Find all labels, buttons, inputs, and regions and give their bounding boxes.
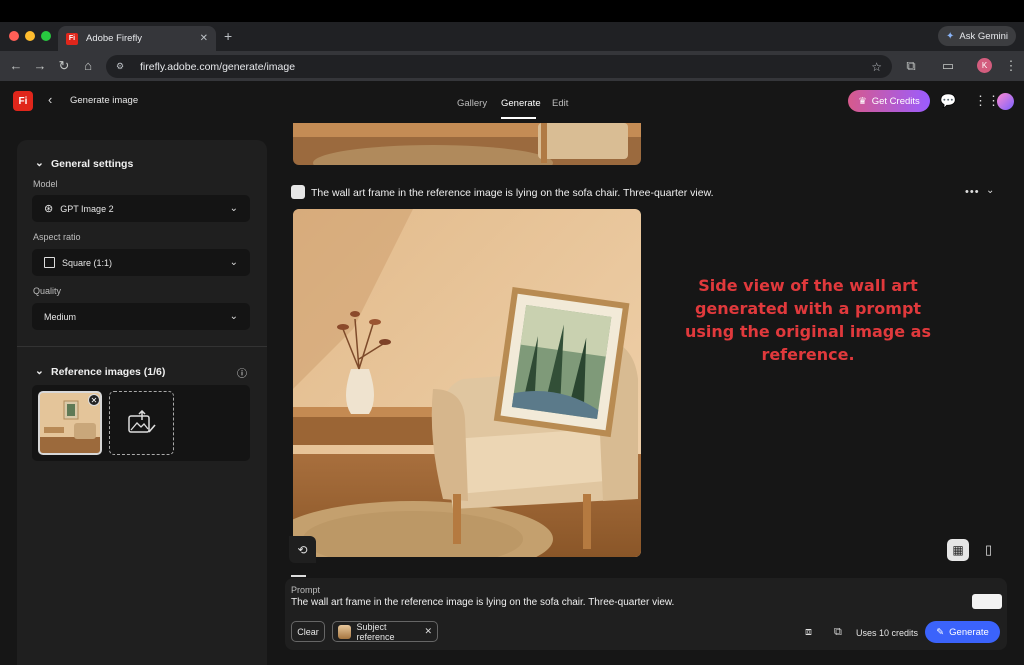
reference-images-heading[interactable]: Reference images (1/6) xyxy=(51,366,165,378)
back-chevron-icon[interactable]: ‹ xyxy=(48,92,52,107)
more-options-icon[interactable]: ••• xyxy=(965,186,980,198)
previous-image-art xyxy=(293,123,641,165)
user-avatar[interactable] xyxy=(997,93,1014,110)
collapse-chevron-icon[interactable]: ⌄ xyxy=(986,185,994,196)
get-credits-button[interactable]: ♛ Get Credits xyxy=(848,90,930,112)
reload-icon[interactable]: ↻ xyxy=(56,58,72,74)
remove-chip-icon[interactable]: ✕ xyxy=(424,626,432,637)
chevron-down-icon: ⌄ xyxy=(229,311,238,322)
generated-image[interactable] xyxy=(293,209,641,557)
firefly-logo-icon[interactable]: Fi xyxy=(13,91,33,111)
aspect-ratio-label: Aspect ratio xyxy=(33,232,81,242)
browser-toolbar: ← → ↻ ⌂ ⚙ firefly.adobe.com/generate/ima… xyxy=(0,51,1024,81)
browser-tabstrip: Fi Adobe Firefly ✕ + ✦ Ask Gemini xyxy=(0,22,1024,51)
prompt-drag-handle[interactable] xyxy=(291,575,306,577)
active-tab-underline xyxy=(501,117,536,119)
tab-search-icon[interactable]: ▭ xyxy=(940,58,956,74)
subject-reference-chip[interactable]: Subject reference ✕ xyxy=(332,621,438,642)
subject-reference-thumbnail xyxy=(338,624,352,639)
reference-chevron-icon[interactable]: ⌄ xyxy=(35,365,44,377)
bookmark-star-icon[interactable]: ☆ xyxy=(871,60,882,74)
minimize-window-button[interactable] xyxy=(25,31,35,41)
clear-button[interactable]: Clear xyxy=(291,621,325,642)
ask-gemini-button[interactable]: ✦ Ask Gemini xyxy=(938,26,1016,46)
remove-reference-icon[interactable]: ✕ xyxy=(88,394,100,406)
tab-title: Adobe Firefly xyxy=(86,33,142,44)
tab-edit[interactable]: Edit xyxy=(552,98,568,109)
chevron-down-icon: ⌄ xyxy=(229,257,238,268)
grammarly-extension-icon[interactable] xyxy=(972,594,1002,609)
panel-divider xyxy=(17,346,267,347)
result-prompt-title: The wall art frame in the reference imag… xyxy=(311,187,714,199)
prompt-input[interactable]: The wall art frame in the reference imag… xyxy=(291,597,674,608)
crown-icon: ♛ xyxy=(858,95,867,107)
subject-reference-label: Subject reference xyxy=(356,621,395,642)
quality-label: Quality xyxy=(33,286,62,296)
upload-reference-button[interactable] xyxy=(109,391,174,455)
generate-label: Generate xyxy=(949,626,989,638)
close-window-button[interactable] xyxy=(9,31,19,41)
address-bar[interactable]: ⚙ firefly.adobe.com/generate/image ☆ xyxy=(106,55,892,78)
info-icon[interactable]: ⓘ xyxy=(237,365,247,380)
new-tab-button[interactable]: + xyxy=(224,28,232,44)
get-credits-label: Get Credits xyxy=(871,95,920,107)
general-settings-chevron-icon[interactable]: ⌄ xyxy=(35,157,44,169)
profile-avatar[interactable]: K xyxy=(977,58,992,73)
tab-generate[interactable]: Generate xyxy=(501,98,541,109)
close-tab-icon[interactable]: ✕ xyxy=(200,33,208,44)
annotation-overlay-text: Side view of the wall art generated with… xyxy=(685,276,931,364)
generate-sparkle-icon: ✎ xyxy=(936,626,945,638)
zoom-window-button[interactable] xyxy=(41,31,51,41)
ask-gemini-label: Ask Gemini xyxy=(959,30,1008,42)
openai-icon: ⊛ xyxy=(44,203,54,215)
app-header: Fi ‹ Generate image Gallery Generate Edi… xyxy=(0,81,1024,123)
tab-gallery[interactable]: Gallery xyxy=(457,98,487,109)
aspect-ratio-select[interactable]: Square (1:1) ⌄ xyxy=(32,249,250,276)
single-view-icon[interactable]: ▯ xyxy=(985,542,992,558)
page-title: Generate image xyxy=(70,95,139,106)
quality-select[interactable]: Medium ⌄ xyxy=(32,303,250,330)
model-value: GPT Image 2 xyxy=(60,203,114,214)
home-icon[interactable]: ⌂ xyxy=(80,58,96,73)
upload-image-icon xyxy=(127,410,156,433)
browser-tab[interactable]: Fi Adobe Firefly ✕ xyxy=(58,26,216,51)
generate-button[interactable]: ✎ Generate xyxy=(925,621,1000,643)
square-icon xyxy=(44,257,55,268)
general-settings-heading[interactable]: General settings xyxy=(51,158,133,170)
credits-icon: ⧉ xyxy=(834,626,842,638)
history-icon[interactable]: ⟲ xyxy=(289,536,316,563)
site-settings-icon[interactable]: ⚙ xyxy=(116,61,130,72)
url-text: firefly.adobe.com/generate/image xyxy=(140,60,296,73)
chevron-down-icon: ⌄ xyxy=(229,203,238,214)
feedback-icon[interactable]: 💬 xyxy=(940,93,956,109)
grid-view-icon[interactable]: ▦ xyxy=(947,539,969,561)
quality-value: Medium xyxy=(44,311,77,322)
previous-generated-image[interactable] xyxy=(293,123,641,165)
os-menubar xyxy=(0,0,1024,22)
credits-usage-text: Uses 10 credits xyxy=(856,628,919,638)
generated-image-art xyxy=(293,209,641,557)
image-settings-icon[interactable]: ⧈ xyxy=(805,626,812,639)
firefly-favicon-icon: Fi xyxy=(66,32,78,45)
forward-arrow-icon[interactable]: → xyxy=(32,58,48,73)
aspect-ratio-value: Square (1:1) xyxy=(62,257,113,268)
model-label: Model xyxy=(33,179,58,189)
back-arrow-icon[interactable]: ← xyxy=(8,58,24,73)
extensions-icon[interactable]: ⧉ xyxy=(903,58,919,74)
prompt-label: Prompt xyxy=(291,585,321,595)
model-select[interactable]: ⊛ GPT Image 2 ⌄ xyxy=(32,195,250,222)
browser-menu-icon[interactable]: ⋮ xyxy=(1003,58,1019,74)
openai-model-icon xyxy=(291,185,305,199)
gemini-sparkle-icon: ✦ xyxy=(946,30,955,42)
